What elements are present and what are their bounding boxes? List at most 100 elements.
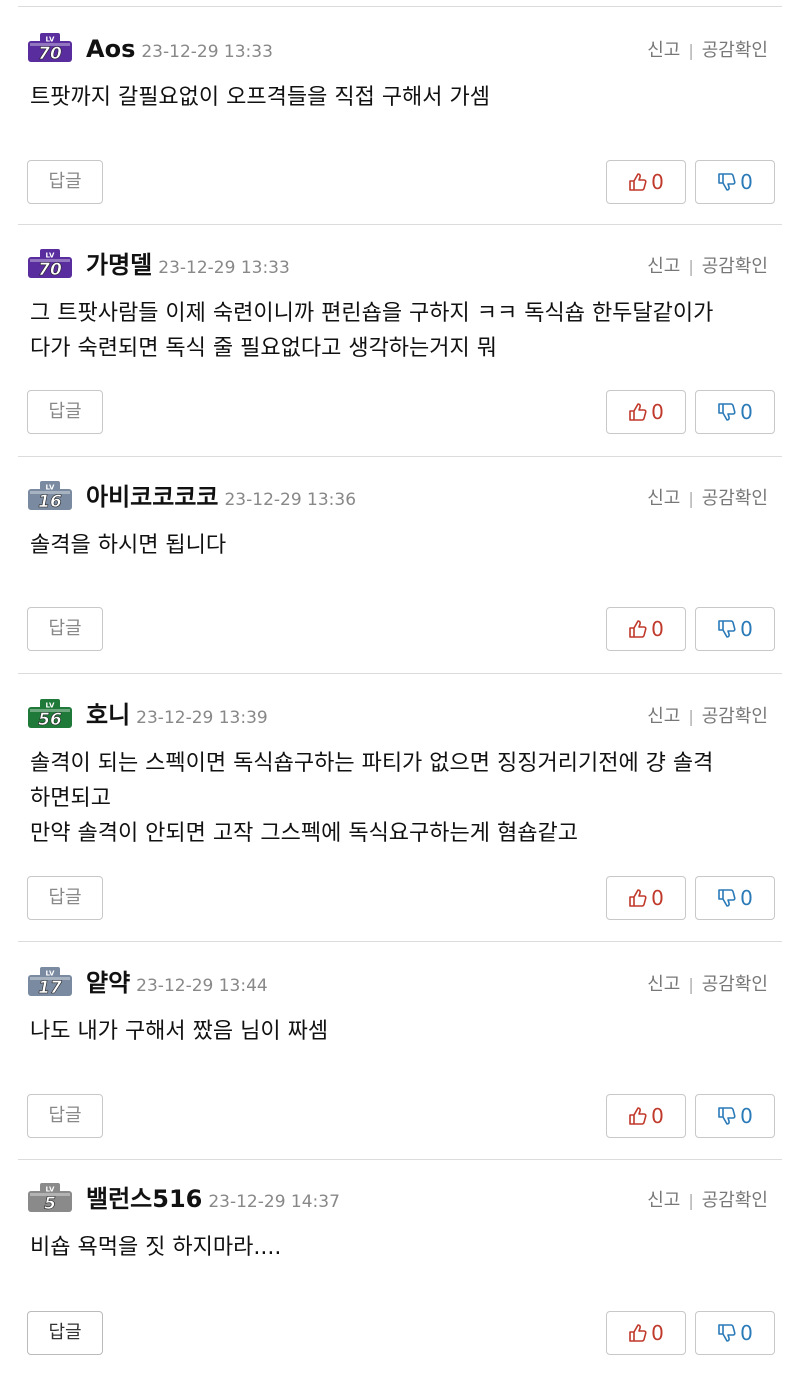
downvote-count: 0 [740,617,753,641]
upvote-count: 0 [651,1321,664,1345]
downvote-button[interactable]: 0 [695,607,775,651]
reply-button[interactable]: 답글 [27,876,103,920]
action-separator: | [688,489,694,508]
thumbs-down-icon [717,886,740,910]
upvote-count: 0 [651,400,664,424]
comment-actions: 신고 | 공감확인 [647,486,768,512]
downvote-button[interactable]: 0 [695,160,775,204]
comment-header: LV 56 호니 23-12-29 13:39 신고 | 공감확인 [0,688,800,736]
report-link[interactable]: 신고 [647,974,680,995]
comment-actions: 신고 | 공감확인 [647,972,768,998]
upvote-count: 0 [651,170,664,194]
author-nickname[interactable]: 가명델 [86,251,152,279]
upvote-button[interactable]: 0 [606,160,686,204]
author-nickname[interactable]: 얕약 [86,969,130,997]
comment-date: 23-12-29 13:33 [141,42,273,62]
comment-body: 솔격이 되는 스펙이면 독식숍구하는 파티가 없으면 징징거리기전에 걍 솔격하… [30,746,780,851]
action-separator: | [688,707,694,726]
comment-actions: 신고 | 공감확인 [647,254,768,280]
downvote-button[interactable]: 0 [695,876,775,920]
comment-text-line: 솔격을 하시면 됩니다 [30,533,227,558]
reply-button[interactable]: 답글 [27,160,103,204]
comment-body: 나도 내가 구해서 짰음 님이 짜셈 [30,1014,780,1049]
thumbs-down-icon [717,617,740,641]
divider [18,941,782,942]
downvote-count: 0 [740,170,753,194]
comment-body: 그 트팟사람들 이제 숙련이니까 편린숍을 구하지 ㅋㅋ 독식숍 한두달같이가 다… [30,296,780,366]
report-link[interactable]: 신고 [647,40,680,61]
level-badge-icon: LV 17 [26,966,74,998]
downvote-button[interactable]: 0 [695,1094,775,1138]
reply-button[interactable]: 답글 [27,1094,103,1138]
thumbs-up-icon [628,617,651,641]
report-link[interactable]: 신고 [647,706,680,727]
author-nickname[interactable]: 아비코코코코 [86,483,218,511]
author-name[interactable]: 아비코코코코 23-12-29 13:36 [86,482,356,512]
author-nickname[interactable]: 밸런스516 [86,1185,202,1213]
divider [18,224,782,225]
level-badge-icon: LV 70 [26,248,74,280]
reply-button[interactable]: 답글 [27,1311,103,1355]
divider [18,1159,782,1160]
reply-button[interactable]: 답글 [27,607,103,651]
author-name[interactable]: Aos 23-12-29 13:33 [86,34,273,64]
empathy-check-link[interactable]: 공감확인 [702,706,768,727]
svg-text:70: 70 [38,44,62,64]
comment-text-line: 하면되고 [30,786,111,811]
author-nickname[interactable]: Aos [86,35,135,63]
thumbs-up-icon [628,400,651,424]
comment-body: 비숍 욕먹을 짓 하지마라.... [30,1230,780,1265]
empathy-check-link[interactable]: 공감확인 [702,40,768,61]
empathy-check-link[interactable]: 공감확인 [702,1190,768,1211]
upvote-button[interactable]: 0 [606,876,686,920]
upvote-button[interactable]: 0 [606,1094,686,1138]
report-link[interactable]: 신고 [647,256,680,277]
divider [18,6,782,7]
upvote-button[interactable]: 0 [606,390,686,434]
svg-text:LV: LV [46,702,55,710]
author-nickname[interactable]: 호니 [86,701,130,729]
svg-text:16: 16 [38,492,62,512]
action-separator: | [688,975,694,994]
report-link[interactable]: 신고 [647,488,680,509]
author-name[interactable]: 가명델 23-12-29 13:33 [86,250,290,280]
downvote-count: 0 [740,1104,753,1128]
svg-text:17: 17 [38,978,62,998]
upvote-button[interactable]: 0 [606,1311,686,1355]
comment-actions: 신고 | 공감확인 [647,704,768,730]
level-badge-icon: LV 56 [26,698,74,730]
comment-body: 트팟까지 갈필요없이 오프격들을 직접 구해서 가셈 [30,80,780,115]
upvote-button[interactable]: 0 [606,607,686,651]
svg-text:56: 56 [38,710,62,730]
thumbs-up-icon [628,170,651,194]
downvote-button[interactable]: 0 [695,390,775,434]
empathy-check-link[interactable]: 공감확인 [702,256,768,277]
comment-date: 23-12-29 14:37 [208,1192,340,1212]
author-name[interactable]: 밸런스516 23-12-29 14:37 [86,1184,340,1214]
downvote-count: 0 [740,400,753,424]
action-separator: | [688,41,694,60]
level-badge-icon: LV 5 [26,1182,74,1214]
author-name[interactable]: 얕약 23-12-29 13:44 [86,968,268,998]
comment-body: 솔격을 하시면 됩니다 [30,528,780,563]
reply-button[interactable]: 답글 [27,390,103,434]
thumbs-up-icon [628,1104,651,1128]
comment-text-line: 만약 솔격이 안되면 고작 그스펙에 독식요구하는게 혐숍같고 [30,821,578,846]
thumbs-up-icon [628,886,651,910]
empathy-check-link[interactable]: 공감확인 [702,974,768,995]
downvote-count: 0 [740,886,753,910]
thumbs-up-icon [628,1321,651,1345]
downvote-button[interactable]: 0 [695,1311,775,1355]
thumbs-down-icon [717,170,740,194]
comment-text-line: 솔격이 되는 스펙이면 독식숍구하는 파티가 없으면 징징거리기전에 걍 솔격 [30,751,714,776]
divider [18,456,782,457]
author-name[interactable]: 호니 23-12-29 13:39 [86,700,268,730]
action-separator: | [688,1191,694,1210]
report-link[interactable]: 신고 [647,1190,680,1211]
comment-actions: 신고 | 공감확인 [647,1188,768,1214]
comment-actions: 신고 | 공감확인 [647,38,768,64]
comment-header: LV 5 밸런스516 23-12-29 14:37 신고 | 공감확인 [0,1172,800,1220]
empathy-check-link[interactable]: 공감확인 [702,488,768,509]
svg-text:LV: LV [46,970,55,978]
svg-text:LV: LV [46,36,55,44]
